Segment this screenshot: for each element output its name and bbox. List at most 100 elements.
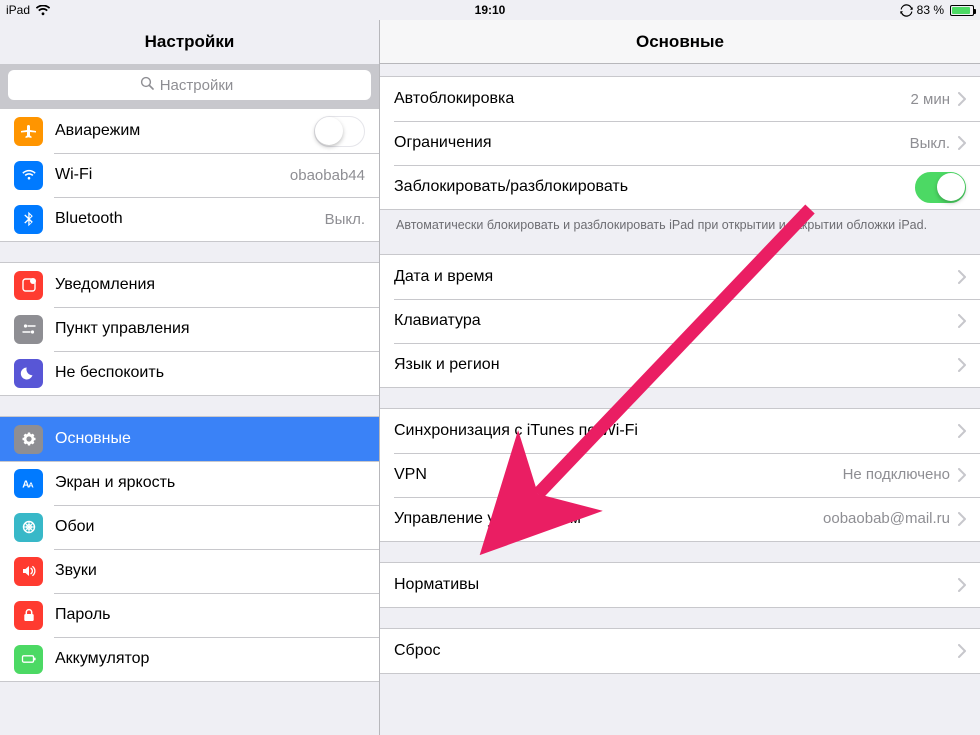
- sidebar-item-airplane[interactable]: Авиарежим: [0, 109, 379, 153]
- search-icon: [140, 76, 154, 94]
- dnd-icon: [14, 359, 43, 388]
- cell-label: Пароль: [55, 606, 365, 624]
- search-input[interactable]: Настройки: [8, 70, 371, 100]
- cell-label: Заблокировать/разблокировать: [394, 178, 915, 196]
- chevron-right-icon: [958, 644, 966, 658]
- detail-title: Основные: [380, 20, 980, 64]
- detail-item-restrictions[interactable]: Ограничения Выкл.: [380, 121, 980, 165]
- cell-value: Выкл.: [325, 211, 365, 228]
- cell-label: Основные: [55, 430, 365, 448]
- detail-group-lock: Автоблокировка 2 мин Ограничения Выкл. З…: [380, 76, 980, 210]
- cell-label: Bluetooth: [55, 210, 325, 228]
- sidebar-item-battery[interactable]: Аккумулятор: [0, 637, 379, 681]
- cell-label: Дата и время: [394, 268, 950, 286]
- cell-value: Выкл.: [910, 135, 950, 152]
- cell-label: Управление устройством: [394, 510, 823, 528]
- notifications-icon: [14, 271, 43, 300]
- sidebar-item-notifications[interactable]: Уведомления: [0, 263, 379, 307]
- detail-item-vpn[interactable]: VPN Не подключено: [380, 453, 980, 497]
- detail-pane: Основные Автоблокировка 2 мин Ограничени…: [380, 20, 980, 735]
- battery-icon: [948, 5, 974, 16]
- cell-label: Звуки: [55, 562, 365, 580]
- detail-item-regulatory[interactable]: Нормативы: [380, 563, 980, 607]
- sidebar-item-passcode[interactable]: Пароль: [0, 593, 379, 637]
- cell-label: Обои: [55, 518, 365, 536]
- svg-text:A: A: [28, 480, 34, 489]
- detail-group-regulatory: Нормативы: [380, 562, 980, 608]
- cell-label: Авиарежим: [55, 122, 314, 140]
- cell-label: Синхронизация с iTunes по Wi-Fi: [394, 422, 950, 440]
- detail-item-autolock[interactable]: Автоблокировка 2 мин: [380, 77, 980, 121]
- chevron-right-icon: [958, 136, 966, 150]
- bluetooth-icon: [14, 205, 43, 234]
- cell-label: Автоблокировка: [394, 90, 911, 108]
- lock-unlock-switch[interactable]: [915, 172, 966, 203]
- chevron-right-icon: [958, 512, 966, 526]
- cell-value: Не подключено: [843, 466, 950, 483]
- battery-pct: 83 %: [917, 3, 944, 17]
- chevron-right-icon: [958, 270, 966, 284]
- cell-label: VPN: [394, 466, 843, 484]
- sounds-icon: [14, 557, 43, 586]
- cell-label: Клавиатура: [394, 312, 950, 330]
- lock-icon: [14, 601, 43, 630]
- cell-label: Ограничения: [394, 134, 910, 152]
- cell-label: Wi-Fi: [55, 166, 290, 184]
- cell-label: Язык и регион: [394, 356, 950, 374]
- cell-label: Экран и яркость: [55, 474, 365, 492]
- detail-item-itunes-wifi[interactable]: Синхронизация с iTunes по Wi-Fi: [380, 409, 980, 453]
- cell-label: Уведомления: [55, 276, 365, 294]
- cell-label: Аккумулятор: [55, 650, 365, 668]
- detail-item-reset[interactable]: Сброс: [380, 629, 980, 673]
- detail-group-sync: Синхронизация с iTunes по Wi-Fi VPN Не п…: [380, 408, 980, 542]
- sidebar-item-display[interactable]: AA Экран и яркость: [0, 461, 379, 505]
- sidebar-title: Настройки: [0, 20, 379, 64]
- wallpaper-icon: [14, 513, 43, 542]
- battery-settings-icon: [14, 645, 43, 674]
- detail-group-reset: Сброс: [380, 628, 980, 674]
- sidebar-item-control-center[interactable]: Пункт управления: [0, 307, 379, 351]
- sidebar-group-device: Основные AA Экран и яркость Обои: [0, 416, 379, 682]
- gear-icon: [14, 425, 43, 454]
- detail-item-lock-unlock[interactable]: Заблокировать/разблокировать: [380, 165, 980, 209]
- cell-label: Нормативы: [394, 576, 950, 594]
- display-icon: AA: [14, 469, 43, 498]
- chevron-right-icon: [958, 424, 966, 438]
- search-placeholder: Настройки: [160, 77, 234, 94]
- cell-value: 2 мин: [911, 91, 951, 108]
- detail-item-language[interactable]: Язык и регион: [380, 343, 980, 387]
- search-wrap: Настройки: [0, 64, 379, 108]
- cell-label: Сброс: [394, 642, 950, 660]
- airplane-switch[interactable]: [314, 116, 365, 147]
- sync-icon: [900, 4, 913, 17]
- sidebar-item-dnd[interactable]: Не беспокоить: [0, 351, 379, 395]
- detail-item-device-mgmt[interactable]: Управление устройством oobaobab@mail.ru: [380, 497, 980, 541]
- status-bar: iPad 19:10 83 %: [0, 0, 980, 20]
- control-center-icon: [14, 315, 43, 344]
- detail-item-datetime[interactable]: Дата и время: [380, 255, 980, 299]
- cell-label: Не беспокоить: [55, 364, 365, 382]
- device-label: iPad: [6, 3, 30, 17]
- wifi-settings-icon: [14, 161, 43, 190]
- settings-sidebar: Настройки Настройки: [0, 20, 380, 735]
- cell-label: Пункт управления: [55, 320, 365, 338]
- chevron-right-icon: [958, 92, 966, 106]
- group-footer: Автоматически блокировать и разблокирова…: [380, 210, 980, 234]
- detail-group-datetime: Дата и время Клавиатура Язык и регион: [380, 254, 980, 388]
- sidebar-item-general[interactable]: Основные: [0, 417, 379, 461]
- chevron-right-icon: [958, 468, 966, 482]
- cell-value: oobaobab@mail.ru: [823, 510, 950, 527]
- sidebar-item-sounds[interactable]: Звуки: [0, 549, 379, 593]
- chevron-right-icon: [958, 358, 966, 372]
- chevron-right-icon: [958, 578, 966, 592]
- sidebar-group-connectivity: Авиарежим Wi-Fi obaobab44: [0, 108, 379, 242]
- sidebar-group-alerts: Уведомления Пункт управления Не беспокои…: [0, 262, 379, 396]
- chevron-right-icon: [958, 314, 966, 328]
- sidebar-item-wifi[interactable]: Wi-Fi obaobab44: [0, 153, 379, 197]
- sidebar-item-wallpaper[interactable]: Обои: [0, 505, 379, 549]
- cell-value: obaobab44: [290, 167, 365, 184]
- wifi-icon: [36, 5, 50, 16]
- detail-item-keyboard[interactable]: Клавиатура: [380, 299, 980, 343]
- sidebar-item-bluetooth[interactable]: Bluetooth Выкл.: [0, 197, 379, 241]
- status-time: 19:10: [329, 3, 652, 17]
